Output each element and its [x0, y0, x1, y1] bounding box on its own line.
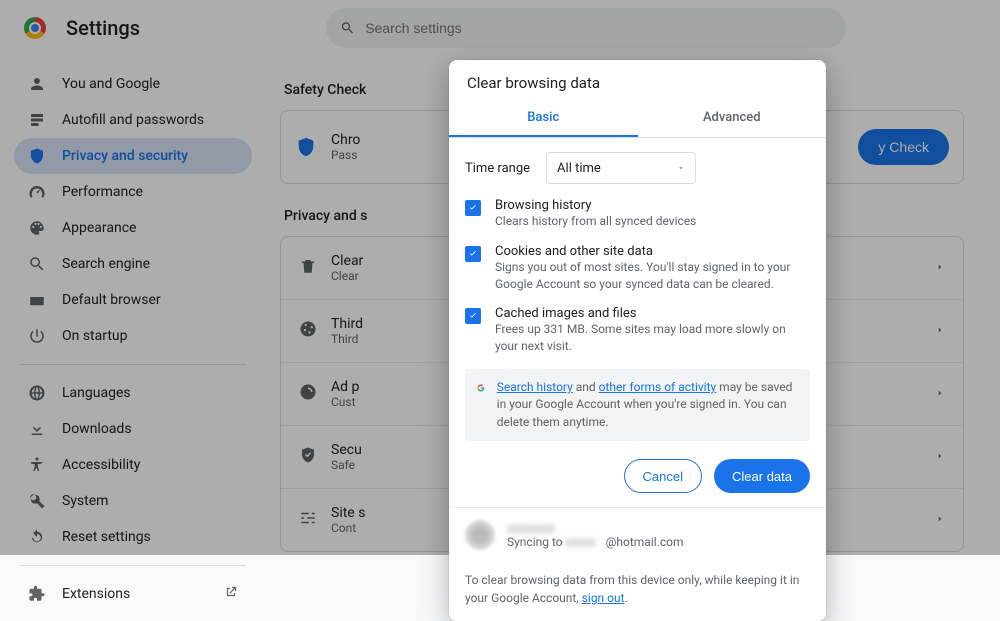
wrench-icon: [28, 492, 46, 510]
nav-autofill[interactable]: Autofill and passwords: [14, 102, 252, 138]
accessibility-icon: [28, 456, 46, 474]
time-range-select[interactable]: All time: [546, 152, 696, 184]
chevron-right-icon: [935, 260, 945, 276]
nav-languages[interactable]: Languages: [14, 375, 252, 411]
dialog-title: Clear browsing data: [449, 60, 826, 100]
checkbox-checked-icon[interactable]: [465, 200, 481, 216]
avatar: [465, 520, 495, 550]
palette-icon: [28, 219, 46, 237]
settings-nav: You and Google Autofill and passwords Pr…: [0, 56, 260, 555]
link-other-activity[interactable]: other forms of activity: [599, 380, 717, 394]
check-browsing-history[interactable]: Browsing history Clears history from all…: [465, 198, 810, 230]
nav-label: Default browser: [62, 292, 161, 308]
tune-icon: [299, 509, 317, 531]
nav-reset[interactable]: Reset settings: [14, 519, 252, 555]
check-sub: Frees up 331 MB. Some sites may load mor…: [495, 321, 810, 355]
trash-icon: [299, 257, 317, 279]
chevron-right-icon: [935, 386, 945, 402]
chevron-right-icon: [935, 449, 945, 465]
sync-email: @hotmail.com: [606, 535, 684, 549]
clear-data-button[interactable]: Clear data: [714, 459, 810, 493]
nav-privacy-security[interactable]: Privacy and security: [14, 138, 252, 174]
extensions-icon: [28, 585, 46, 603]
nav-label: Search engine: [62, 256, 150, 272]
check-title: Cookies and other site data: [495, 244, 810, 259]
checkbox-checked-icon[interactable]: [465, 246, 481, 262]
nav-downloads[interactable]: Downloads: [14, 411, 252, 447]
nav-label: Languages: [62, 385, 131, 401]
person-icon: [28, 75, 46, 93]
nav-label: Accessibility: [62, 457, 140, 473]
dialog-tabs: Basic Advanced: [449, 100, 826, 138]
time-range-value: All time: [557, 161, 601, 176]
search-input-container[interactable]: [326, 8, 846, 48]
chevron-right-icon: [935, 323, 945, 339]
checkbox-checked-icon[interactable]: [465, 308, 481, 324]
speedometer-icon: [28, 183, 46, 201]
nav-label: Appearance: [62, 220, 136, 236]
tab-advanced[interactable]: Advanced: [638, 100, 827, 137]
nav-extensions[interactable]: Extensions: [14, 576, 252, 612]
sync-prefix: Syncing to: [507, 535, 563, 549]
download-icon: [28, 420, 46, 438]
check-cache[interactable]: Cached images and files Frees up 331 MB.…: [465, 306, 810, 355]
google-activity-info: Search history and other forms of activi…: [465, 369, 810, 441]
check-title: Cached images and files: [495, 306, 810, 321]
nav-label: You and Google: [62, 76, 160, 92]
check-cookies[interactable]: Cookies and other site data Signs you ou…: [465, 244, 810, 293]
chevron-right-icon: [935, 512, 945, 528]
page-title: Settings: [66, 16, 306, 40]
nav-default-browser[interactable]: Default browser: [14, 282, 252, 318]
nav-search-engine[interactable]: Search engine: [14, 246, 252, 282]
cancel-button[interactable]: Cancel: [624, 459, 702, 493]
nav-label: Extensions: [62, 586, 130, 602]
check-title: Browsing history: [495, 198, 696, 213]
shield-icon: [295, 136, 317, 158]
check-sub: Signs you out of most sites. You'll stay…: [495, 259, 810, 293]
clear-browsing-data-dialog: Clear browsing data Basic Advanced Time …: [449, 60, 826, 621]
nav-label: On startup: [62, 328, 128, 344]
reset-icon: [28, 528, 46, 546]
nav-performance[interactable]: Performance: [14, 174, 252, 210]
autofill-icon: [28, 111, 46, 129]
nav-label: Performance: [62, 184, 143, 200]
nav-accessibility[interactable]: Accessibility: [14, 447, 252, 483]
dialog-footer-note: To clear browsing data from this device …: [449, 562, 826, 621]
cookie-icon: [299, 320, 317, 342]
nav-divider: [20, 364, 246, 365]
chrome-logo-icon: [24, 17, 46, 39]
caret-down-icon: [677, 161, 685, 176]
time-range-label: Time range: [465, 161, 530, 176]
nav-label: Autofill and passwords: [62, 112, 204, 128]
power-icon: [28, 327, 46, 345]
tab-basic[interactable]: Basic: [449, 100, 638, 137]
nav-appearance[interactable]: Appearance: [14, 210, 252, 246]
ads-icon: [299, 383, 317, 405]
nav-divider: [20, 565, 246, 566]
nav-label: Privacy and security: [62, 148, 188, 164]
globe-icon: [28, 384, 46, 402]
search-icon: [340, 20, 355, 36]
nav-label: Reset settings: [62, 529, 151, 545]
safety-check-button[interactable]: y Check: [858, 129, 949, 165]
sync-account-row[interactable]: xxxxxxxx Syncing to xxxxx@hotmail.com: [449, 507, 826, 562]
link-search-history[interactable]: Search history: [497, 380, 573, 394]
link-sign-out[interactable]: sign out: [582, 591, 625, 605]
nav-system[interactable]: System: [14, 483, 252, 519]
nav-label: Downloads: [62, 421, 132, 437]
shield-check-icon: [299, 446, 317, 468]
nav-label: System: [62, 493, 108, 509]
search-icon: [28, 255, 46, 273]
open-external-icon: [224, 585, 238, 603]
google-g-icon: [477, 379, 485, 397]
check-sub: Clears history from all synced devices: [495, 213, 696, 230]
shield-icon: [28, 147, 46, 165]
browser-icon: [28, 291, 46, 309]
search-input[interactable]: [365, 20, 832, 36]
nav-you-and-google[interactable]: You and Google: [14, 66, 252, 102]
nav-on-startup[interactable]: On startup: [14, 318, 252, 354]
